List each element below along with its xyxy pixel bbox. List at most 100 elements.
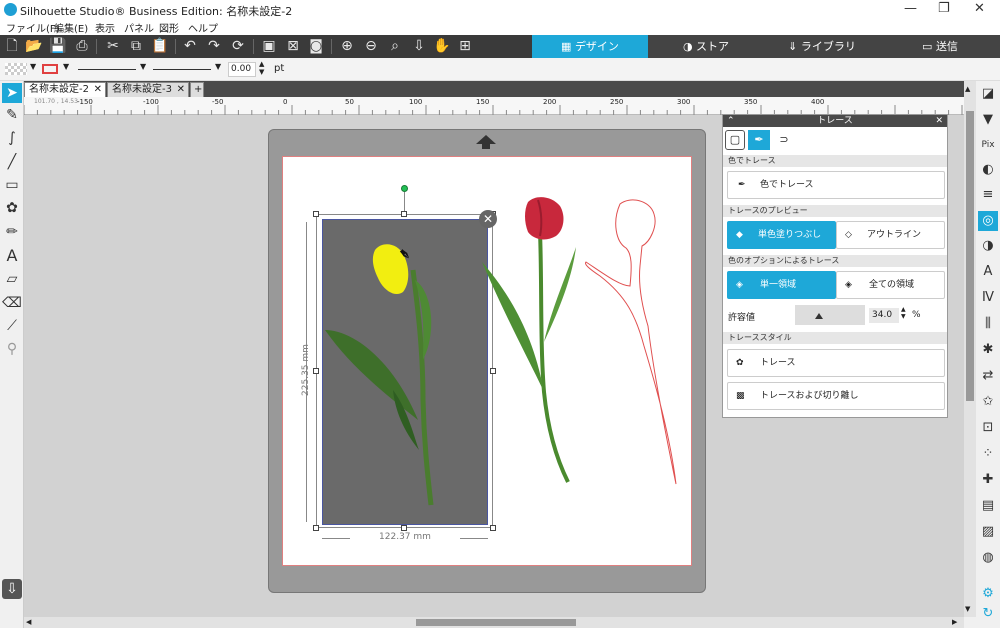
tab-store[interactable]: ◑ ストア [648,35,764,58]
paste-icon[interactable]: 📋 [151,38,169,55]
maximize-button[interactable]: ❐ [938,1,950,16]
star-icon[interactable]: ✩ [978,392,998,412]
pixscan-icon[interactable]: ◙ [307,38,325,55]
transform-icon[interactable]: ✱ [978,340,998,360]
copy-icon[interactable]: ⧉ [127,38,145,55]
shape-tool-icon[interactable]: ✿ [2,198,22,218]
move-down-icon[interactable]: ⇩ [410,38,428,55]
eraser-tool-icon[interactable]: ⌫ [2,293,22,313]
line-width-stepper[interactable]: ▲ ▼ [259,60,264,76]
pencil-tool-icon[interactable]: ✏ [2,222,22,242]
tab-send[interactable]: ▭ 送信 [880,35,1000,58]
cut-icon[interactable]: ✂ [104,38,122,55]
print-icon[interactable]: ⎙ [73,38,91,55]
trace-and-detach-button[interactable]: トレースおよび切り離し ▩ [727,382,945,410]
traced-outline[interactable] [580,196,690,492]
tolerance-input[interactable]: 34.0 [869,308,899,323]
text-path-icon[interactable]: Ⅳ [978,288,998,308]
save-icon[interactable]: 💾 [49,38,67,55]
replicate-icon[interactable]: ⇄ [978,366,998,386]
tulip-red-image[interactable] [478,192,588,492]
tab-library[interactable]: ⇓ ライブラリ [764,35,880,58]
resize-handle[interactable] [313,525,319,531]
pixscan-panel-icon[interactable]: Pix [978,135,998,155]
scroll-up-icon[interactable]: ▲ [965,85,970,93]
scroll-left-icon[interactable]: ◀ [26,618,31,626]
trace-area-icon[interactable]: ▢ [725,130,745,150]
line-panel-icon[interactable]: ≡ [978,185,998,205]
trace-magnet-icon[interactable]: ⊃ [773,130,795,150]
menu-help[interactable]: ヘルプ [188,20,218,35]
point-edit-icon[interactable]: ✎ [2,105,22,125]
resize-handle[interactable] [313,211,319,217]
select-tool-icon[interactable]: ➤ [2,83,22,103]
hatch-icon[interactable]: ▨ [978,522,998,542]
zoom-select-icon[interactable]: ⌕ [386,38,404,55]
vertical-scrollbar[interactable]: ▲ ▼ [964,81,976,617]
line-join-sample[interactable] [153,69,211,70]
doc-tab[interactable]: 名称未設定-3 ✕ [107,82,189,97]
text-tool-icon[interactable]: A [2,246,22,266]
open-folder-icon[interactable]: 📂 [25,38,43,55]
minimize-button[interactable]: — [904,1,917,16]
single-region-button[interactable]: 単一領域 ◈ [727,271,836,299]
text-panel-icon[interactable]: A [978,262,998,282]
new-tab-button[interactable]: + [190,82,204,97]
refresh-icon[interactable]: ↻ [978,604,998,624]
hscroll-thumb[interactable] [416,619,576,626]
send-panel-icon[interactable]: ▼ [978,110,998,130]
close-tab-icon[interactable]: ✕ [177,83,185,97]
settings-gear-icon[interactable]: ⚙ [978,584,998,604]
puzzle-icon[interactable]: ✚ [978,470,998,490]
line-tool-icon[interactable]: ╱ [2,152,22,172]
new-file-icon[interactable]: 🗋 [3,38,21,55]
rotate-handle[interactable] [401,185,408,192]
line-width-input[interactable]: 0.00 [228,62,256,77]
rhinestone-icon[interactable]: ⁘ [978,444,998,464]
scroll-down-icon[interactable]: ▼ [965,605,970,613]
zoom-in-icon[interactable]: ⊕ [338,38,356,55]
slider-thumb[interactable] [815,313,823,319]
ungroup-icon[interactable]: ⊠ [284,38,302,55]
menu-view[interactable]: 表示 [95,20,115,35]
line-style-dropdown-icon[interactable]: ▼ [140,62,146,71]
layers-icon[interactable]: ▤ [978,496,998,516]
menu-edit[interactable]: 編集(E) [54,20,88,35]
outline-button[interactable]: アウトライン ◇ [836,221,945,249]
tab-design[interactable]: ▦ デザイン [532,35,648,58]
align-icon[interactable]: ⫼ [978,314,998,334]
line-join-dropdown-icon[interactable]: ▼ [215,62,221,71]
trace-by-color-button[interactable]: 色でトレース ✒ [727,171,945,199]
curve-tool-icon[interactable]: ∫ [2,128,22,148]
trace-panel-icon[interactable]: ◎ [978,211,998,231]
close-button[interactable]: ✕ [974,1,985,16]
collapse-icon[interactable]: ⌃ [727,115,735,127]
redraw-icon[interactable]: ⟳ [229,38,247,55]
rectangle-tool-icon[interactable]: ▭ [2,175,22,195]
tolerance-slider[interactable] [795,305,865,325]
all-regions-button[interactable]: 全ての領域 ◈ [836,271,945,299]
eyedropper-tool-icon[interactable]: ⚲ [2,339,22,359]
menu-shape[interactable]: 図形 [159,20,179,35]
close-panel-icon[interactable]: ✕ [935,115,943,127]
tolerance-stepper[interactable]: ▲ ▼ [901,306,906,320]
scroll-right-icon[interactable]: ▶ [952,618,957,626]
trace-button[interactable]: トレース ✿ [727,349,945,377]
fill-dropdown-icon[interactable]: ▼ [30,62,36,71]
weld-icon[interactable]: ⊡ [978,418,998,438]
library-drawer-icon[interactable]: ⇩ [2,579,22,599]
close-tab-icon[interactable]: ✕ [94,83,102,97]
knife-tool-icon[interactable]: ⟋ [2,316,22,336]
trace-by-color-icon[interactable]: ✒ [748,130,770,150]
page-setup-icon[interactable]: ◪ [978,84,998,104]
text-style-icon[interactable]: ▱ [2,269,22,289]
fill-color-icon[interactable]: ◐ [978,160,998,180]
resize-handle[interactable] [490,525,496,531]
redo-icon[interactable]: ↷ [205,38,223,55]
menu-file[interactable]: ファイル(F) [6,20,60,35]
doc-tab-active[interactable]: 名称未設定-2 ✕ [24,82,106,97]
line-style-sample[interactable] [78,69,136,70]
resize-handle[interactable] [313,368,319,374]
group-icon[interactable]: ▣ [260,38,278,55]
offset-icon[interactable]: ◑ [978,236,998,256]
